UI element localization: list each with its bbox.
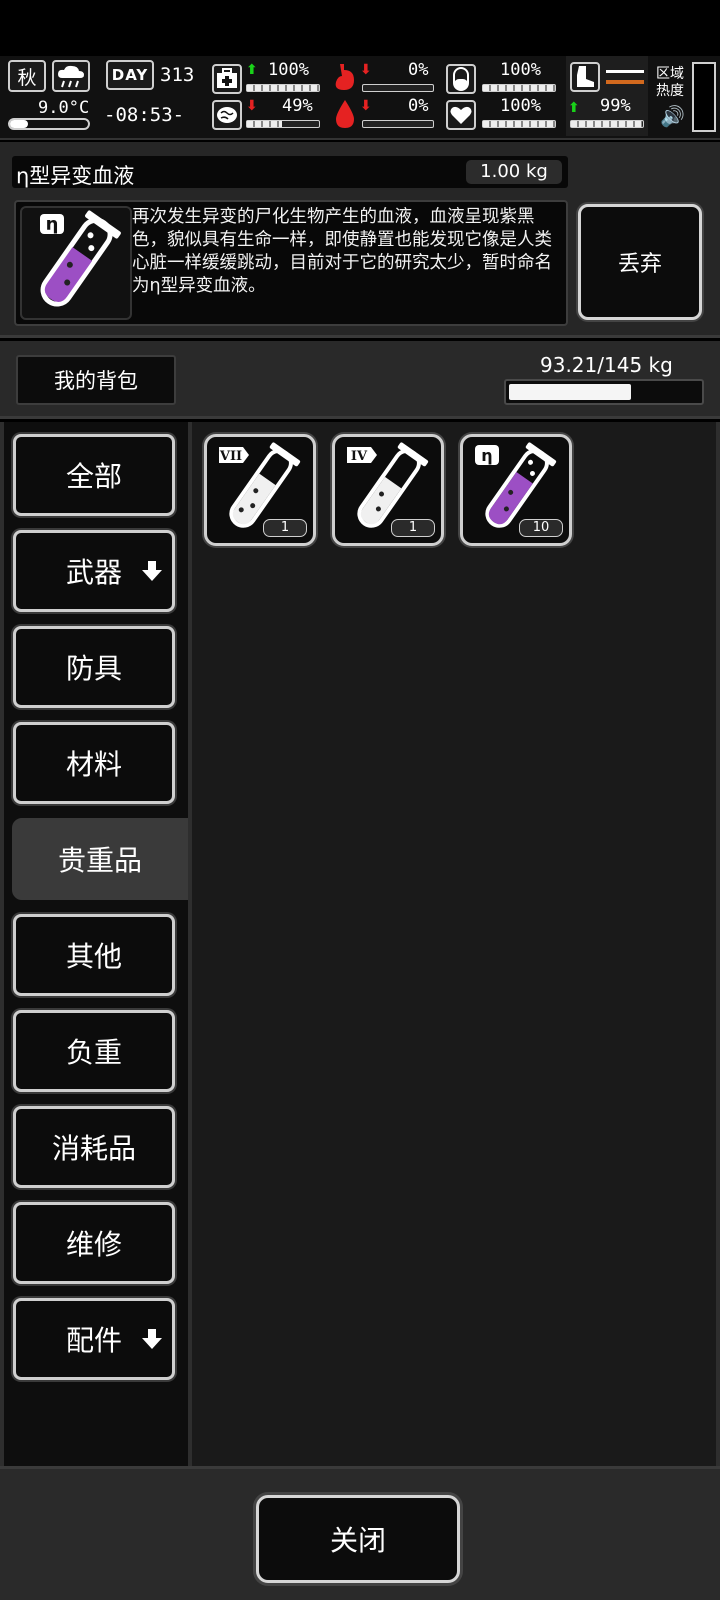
stomach-value: 100% xyxy=(500,60,541,80)
item-description: 再次发生异变的尸化生物产生的血液，血液呈现紫黑色，貌似具有生命一样，即使静置也能… xyxy=(132,207,552,296)
capacity-bar xyxy=(504,379,704,405)
health-bar-fill xyxy=(247,85,319,91)
heart-value: 100% xyxy=(500,96,541,116)
vial-badge-label: η xyxy=(481,446,492,465)
medkit-icon xyxy=(212,64,242,94)
inventory-slot[interactable]: VII 1 xyxy=(204,434,316,546)
speaker-icon[interactable]: 🔊 xyxy=(660,104,685,128)
category-label: 武器 xyxy=(65,556,122,589)
inventory-slot[interactable]: IV 1 xyxy=(332,434,444,546)
category-label: 负重 xyxy=(65,1036,122,1069)
category-sidebar: 全部 武器 防具 材料 贵重品 其他 负重 消耗品 维修 配件 xyxy=(4,422,188,1466)
water-drop-icon xyxy=(332,98,358,130)
mood-bar-fill xyxy=(247,121,283,127)
brain-icon xyxy=(212,100,242,130)
boot-icon xyxy=(570,62,600,92)
category-label: 全部 xyxy=(65,460,122,493)
vial-badge-label: η xyxy=(46,214,59,235)
season-badge: 秋 xyxy=(8,60,46,92)
category-label: 其他 xyxy=(65,940,122,973)
stamina-trend-up-icon: ⬆ xyxy=(568,100,580,116)
item-title-bar: η型异变血液 1.00 kg xyxy=(12,156,568,188)
stamina-panel: ⬆ 99% xyxy=(566,56,648,136)
capsule-icon xyxy=(446,64,476,94)
item-count: 10 xyxy=(519,519,563,537)
category-materials[interactable]: 材料 xyxy=(13,722,175,804)
category-label: 贵重品 xyxy=(57,844,142,877)
category-repair[interactable]: 维修 xyxy=(13,1202,175,1284)
heart-bar-fill xyxy=(483,121,555,127)
vial-badge-label: IV xyxy=(351,449,368,464)
category-label: 防具 xyxy=(65,652,122,685)
backpack-tab[interactable]: 我的背包 xyxy=(16,355,176,405)
item-grid: VII 1 IV 1 η 10 xyxy=(192,422,716,1466)
hunger-bar xyxy=(362,84,434,92)
temperature-gauge xyxy=(8,118,90,130)
health-value: 100% xyxy=(268,60,309,80)
category-label: 材料 xyxy=(65,748,122,781)
day-badge-label: DAY xyxy=(111,66,149,84)
category-armor[interactable]: 防具 xyxy=(13,626,175,708)
item-description-box: η 再次发生异变的尸化生物产生的血液，血液呈现紫黑色，貌似具有生命一样，即使静置… xyxy=(14,200,568,326)
mood-trend-down-icon: ⬇ xyxy=(246,98,258,114)
discard-button[interactable]: 丢弃 xyxy=(578,204,702,320)
category-valuables[interactable]: 贵重品 xyxy=(12,818,188,900)
stamina-value: 99% xyxy=(600,96,631,116)
weather-rain-icon xyxy=(52,60,90,92)
day-badge: DAY xyxy=(106,60,154,90)
close-button[interactable]: 关闭 xyxy=(256,1495,460,1583)
arrow-down-icon xyxy=(142,1329,162,1349)
category-weapons[interactable]: 武器 xyxy=(13,530,175,612)
mood-value: 49% xyxy=(282,96,313,116)
capacity-text: 93.21/145 kg xyxy=(540,353,673,377)
capacity-bar-fill xyxy=(509,384,632,400)
item-count: 1 xyxy=(263,519,307,537)
stamina-bar xyxy=(570,120,644,128)
category-load[interactable]: 负重 xyxy=(13,1010,175,1092)
category-label: 维修 xyxy=(65,1228,122,1261)
category-consumables[interactable]: 消耗品 xyxy=(13,1106,175,1188)
category-all[interactable]: 全部 xyxy=(13,434,175,516)
health-bar xyxy=(246,84,320,92)
temperature-readout: 9.0°C xyxy=(38,98,90,118)
stomach-bar-fill xyxy=(483,85,555,91)
season-label: 秋 xyxy=(17,66,37,89)
mutant-blood-vial-icon: η xyxy=(20,206,132,320)
item-name: η型异变血液 xyxy=(16,164,135,188)
vial-badge-label: VII xyxy=(219,449,242,464)
stomach-bar xyxy=(482,84,556,92)
bottom-bar: 关闭 xyxy=(0,1466,720,1600)
stomach-hunger-icon xyxy=(330,62,358,92)
thirst-value: 0% xyxy=(408,96,429,116)
category-label: 配件 xyxy=(65,1324,122,1357)
item-count: 1 xyxy=(391,519,435,537)
thirst-trend-down-icon: ⬇ xyxy=(360,98,372,114)
clock-readout: -08:53- xyxy=(104,104,185,126)
inventory-slot-selected[interactable]: η 10 xyxy=(460,434,572,546)
zone-heat-label: 区域 热度 xyxy=(656,66,684,99)
heart-bar xyxy=(482,120,556,128)
thirst-bar xyxy=(362,120,434,128)
day-counter: 313 xyxy=(160,64,195,86)
item-weight: 1.00 kg xyxy=(466,160,562,184)
mood-bar xyxy=(246,120,320,128)
status-bar-area xyxy=(0,0,720,56)
category-other[interactable]: 其他 xyxy=(13,914,175,996)
category-attachments[interactable]: 配件 xyxy=(13,1298,175,1380)
survival-hud: 秋 9.0°C DAY 313 -08:53- ⬆ 100% ⬇ 49% ⬇ 0… xyxy=(0,56,720,140)
stamina-bar-fill xyxy=(571,121,643,127)
backpack-header: 我的背包 93.21/145 kg xyxy=(0,341,720,419)
health-trend-up-icon: ⬆ xyxy=(246,62,258,78)
hunger-value: 0% xyxy=(408,60,429,80)
zone-heat-meter xyxy=(692,62,716,132)
item-detail-panel: η型异变血液 1.00 kg η 再次发生异变的尸化生物产生的血液，血液呈现紫黑… xyxy=(0,142,720,338)
hunger-trend-down-icon: ⬇ xyxy=(360,62,372,78)
heart-icon xyxy=(446,100,476,130)
arrow-down-icon xyxy=(142,561,162,581)
category-label: 消耗品 xyxy=(51,1132,136,1165)
inventory-area: 全部 武器 防具 材料 贵重品 其他 负重 消耗品 维修 配件 VII 1 IV… xyxy=(0,422,720,1466)
